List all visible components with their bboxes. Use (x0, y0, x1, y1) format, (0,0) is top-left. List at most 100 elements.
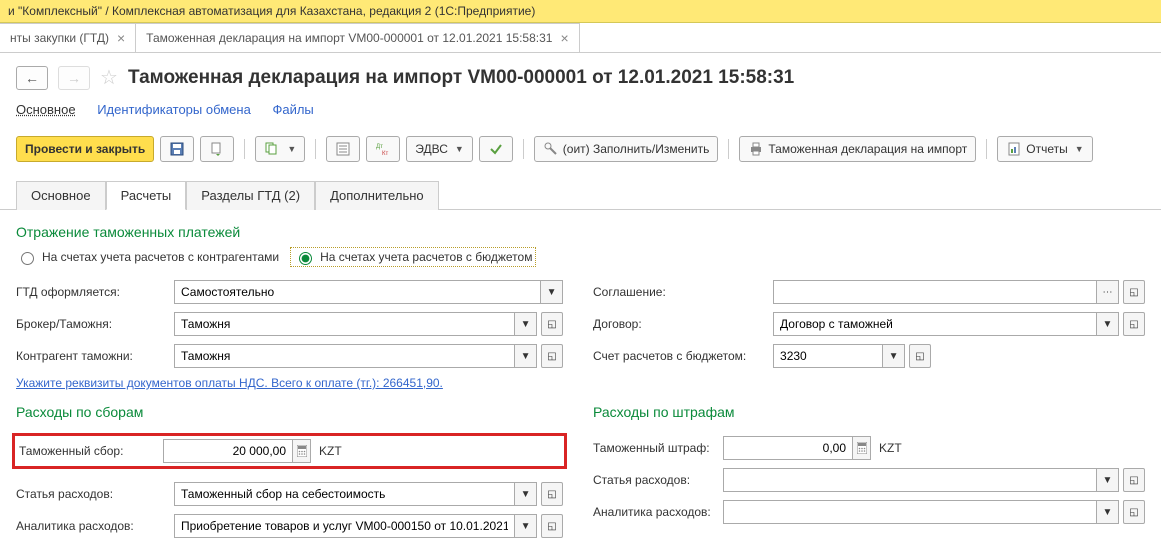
check-icon (488, 141, 504, 157)
field-label: Договор: (593, 317, 773, 331)
open-icon[interactable]: ◱ (541, 312, 563, 336)
post-button[interactable] (200, 136, 234, 162)
save-button[interactable] (160, 136, 194, 162)
close-icon[interactable]: × (560, 30, 568, 46)
dtkt-icon: ДтКт (375, 141, 391, 157)
svg-text:Кт: Кт (382, 151, 388, 157)
customs-fine-input[interactable] (723, 436, 853, 460)
broker-field: Брокер/Таможня: ▼ ◱ (16, 312, 563, 336)
reports-button[interactable]: Отчеты ▼ (997, 136, 1092, 162)
dropdown-icon[interactable]: ▼ (1097, 468, 1119, 492)
gtd-issued-input[interactable] (174, 280, 541, 304)
field-label: Таможенный сбор: (19, 444, 163, 458)
dropdown-icon[interactable]: ▼ (515, 514, 537, 538)
field-label: Брокер/Таможня: (16, 317, 174, 331)
vat-documents-link[interactable]: Укажите реквизиты документов оплаты НДС.… (16, 376, 1145, 390)
contragent-input[interactable] (174, 344, 515, 368)
dropdown-icon[interactable]: ▼ (883, 344, 905, 368)
print-declaration-button[interactable]: Таможенная декларация на импорт (739, 136, 976, 162)
nav-link-ids[interactable]: Идентификаторы обмена (97, 102, 251, 117)
calculator-icon[interactable] (293, 439, 311, 463)
currency-label: KZT (879, 441, 902, 455)
list-icon (335, 141, 351, 157)
radio-input[interactable] (299, 252, 312, 265)
dropdown-icon[interactable]: ▼ (515, 312, 537, 336)
customs-fee-input[interactable] (163, 439, 293, 463)
list-button[interactable] (326, 136, 360, 162)
section-payments-title: Отражение таможенных платежей (16, 224, 1145, 240)
contract-input[interactable] (773, 312, 1097, 336)
fill-change-button[interactable]: (оит) Заполнить/Изменить (534, 136, 719, 162)
approve-button[interactable] (479, 136, 513, 162)
post-and-close-button[interactable]: Провести и закрыть (16, 136, 154, 162)
expense-item-left-field: Статья расходов: ▼ ◱ (16, 482, 563, 506)
field-label: Аналитика расходов: (593, 505, 723, 519)
field-label: Контрагент таможни: (16, 349, 174, 363)
form-content: Отражение таможенных платежей На счетах … (0, 210, 1161, 552)
close-icon[interactable]: × (117, 30, 125, 46)
tab-calculations[interactable]: Расчеты (106, 181, 187, 210)
open-icon[interactable]: ◱ (1123, 468, 1145, 492)
radio-budget-accounts[interactable]: На счетах учета расчетов с бюджетом (291, 248, 535, 266)
field-label: Таможенный штраф: (593, 441, 723, 455)
fields-block-1: ГТД оформляется: ▼ Брокер/Таможня: ▼ ◱ К… (16, 280, 1145, 368)
edvs-button[interactable]: ЭДВС ▼ (406, 136, 473, 162)
tab-label: нты закупки (ГТД) (10, 31, 109, 45)
open-icon[interactable]: ◱ (909, 344, 931, 368)
section-fines-title: Расходы по штрафам (593, 404, 1145, 420)
budget-account-field: Счет расчетов с бюджетом: ▼ ◱ (593, 344, 1145, 368)
dt-kt-button[interactable]: ДтКт (366, 136, 400, 162)
more-icon[interactable]: ⋯ (1097, 280, 1119, 304)
toolbar: Провести и закрыть ▼ ДтКт ЭДВС ▼ (оит) З… (0, 129, 1161, 168)
broker-input[interactable] (174, 312, 515, 336)
printer-icon (748, 141, 764, 157)
tab-gtd-sections[interactable]: Разделы ГТД (2) (186, 181, 315, 210)
gtd-issued-field: ГТД оформляется: ▼ (16, 280, 563, 304)
dropdown-icon[interactable]: ▼ (515, 482, 537, 506)
nav-links: Основное Идентификаторы обмена Файлы (0, 98, 1161, 129)
nav-back-button[interactable]: ← (16, 66, 48, 90)
dropdown-icon[interactable]: ▼ (515, 344, 537, 368)
button-label: Провести и закрыть (25, 142, 145, 156)
calculator-icon[interactable] (853, 436, 871, 460)
separator (728, 139, 729, 159)
open-icon[interactable]: ◱ (1123, 280, 1145, 304)
open-icon[interactable]: ◱ (541, 514, 563, 538)
tab-additional[interactable]: Дополнительно (315, 181, 439, 210)
analytics-input[interactable] (723, 500, 1097, 524)
open-icon[interactable]: ◱ (1123, 500, 1145, 524)
chevron-down-icon: ▼ (287, 144, 296, 154)
dropdown-icon[interactable]: ▼ (541, 280, 563, 304)
page-title: Таможенная декларация на импорт VM00-000… (128, 67, 794, 89)
analytics-input[interactable] (174, 514, 515, 538)
doc-tab-purchases[interactable]: нты закупки (ГТД) × (0, 23, 136, 52)
button-label: ЭДВС (415, 142, 448, 156)
separator (523, 139, 524, 159)
floppy-icon (169, 141, 185, 157)
chevron-down-icon: ▼ (455, 144, 464, 154)
field-label: Соглашение: (593, 285, 773, 299)
open-icon[interactable]: ◱ (541, 482, 563, 506)
radio-label: На счетах учета расчетов с контрагентами (42, 250, 279, 264)
tab-main[interactable]: Основное (16, 181, 106, 210)
nav-forward-button[interactable]: → (58, 66, 90, 90)
agreement-input[interactable] (773, 280, 1097, 304)
nav-link-main[interactable]: Основное (16, 102, 76, 117)
dropdown-icon[interactable]: ▼ (1097, 500, 1119, 524)
field-label: ГТД оформляется: (16, 285, 174, 299)
nav-link-files[interactable]: Файлы (272, 102, 313, 117)
separator (986, 139, 987, 159)
favorite-star-icon[interactable]: ☆ (100, 65, 118, 90)
tab-label: Таможенная декларация на импорт VM00-000… (146, 31, 552, 45)
open-icon[interactable]: ◱ (541, 344, 563, 368)
doc-tab-declaration[interactable]: Таможенная декларация на импорт VM00-000… (136, 23, 579, 52)
expense-item-input[interactable] (174, 482, 515, 506)
dropdown-icon[interactable]: ▼ (1097, 312, 1119, 336)
radio-input[interactable] (21, 252, 34, 265)
expense-item-input[interactable] (723, 468, 1097, 492)
budget-account-input[interactable] (773, 344, 883, 368)
radio-contractor-accounts[interactable]: На счетах учета расчетов с контрагентами (16, 249, 279, 265)
button-label: (оит) Заполнить/Изменить (563, 142, 710, 156)
open-icon[interactable]: ◱ (1123, 312, 1145, 336)
create-based-on-button[interactable]: ▼ (255, 136, 305, 162)
